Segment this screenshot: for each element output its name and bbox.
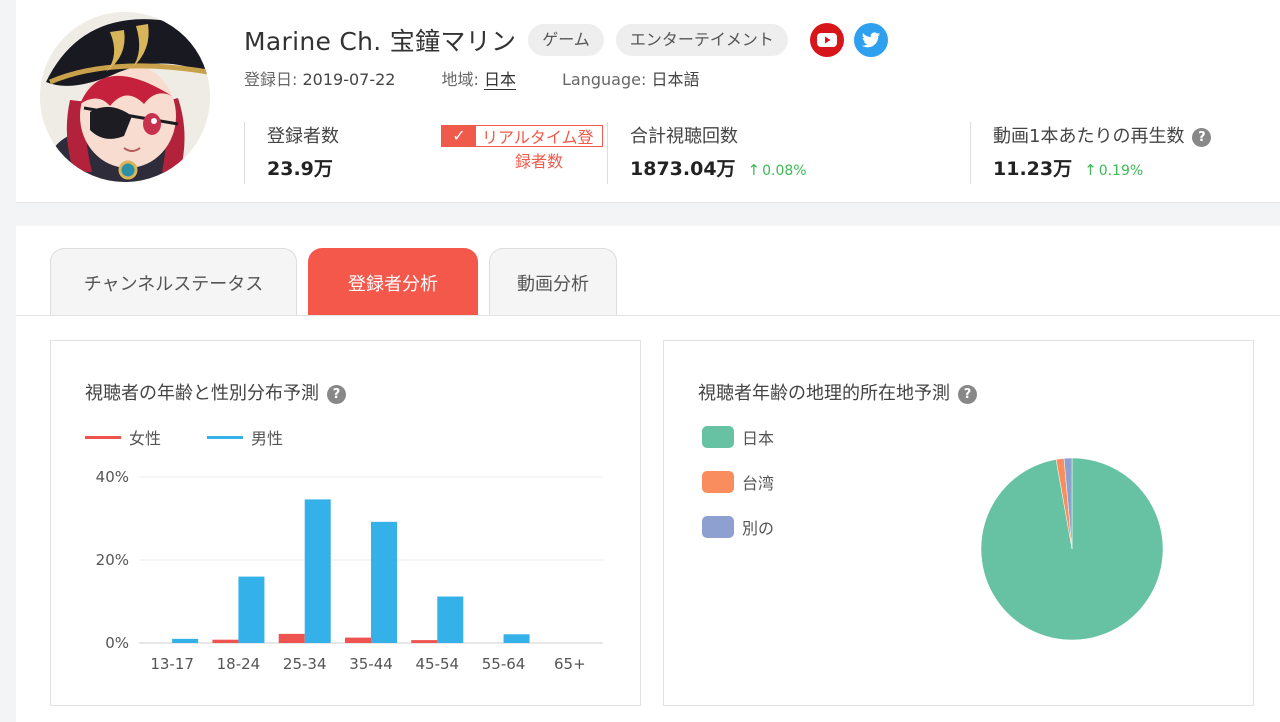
bar-female-35-44	[345, 637, 371, 643]
bar-male-45-54	[437, 596, 464, 643]
y-tick-label: 20%	[96, 551, 129, 569]
bar-male-55-64	[503, 634, 530, 643]
meta-row: 登録日: 2019-07-22 地域: 日本 Language: 日本語	[244, 66, 745, 90]
views-delta-text: 0.08%	[762, 163, 807, 179]
y-tick-label: 40%	[96, 468, 129, 486]
language-value: 日本語	[651, 70, 700, 89]
per-video-label-row: 動画1本あたりの再生数?	[993, 122, 1280, 148]
title-row: Marine Ch. 宝鐘マリン ゲーム エンターテイメント	[244, 20, 888, 60]
geo-panel: 視聴者年齢の地理的所在地予測? 日本 台湾 別の	[663, 340, 1254, 706]
x-tick-label: 45-54	[415, 655, 459, 673]
views-delta: ↑ 0.08%	[748, 161, 807, 179]
y-tick-label: 0%	[105, 634, 129, 652]
tab-divider	[16, 315, 1280, 316]
bar-male-13-17	[172, 638, 199, 643]
check-icon: ✓	[442, 125, 476, 147]
youtube-icon[interactable]	[809, 23, 844, 57]
realtime-subscribers-toggle[interactable]: ✓ リアルタイム登 録者数	[441, 125, 603, 172]
arrow-up-icon: ↑	[747, 161, 761, 179]
bar-female-18-24	[212, 639, 239, 643]
views-number: 1873.04万	[630, 158, 736, 180]
registered-label: 登録日:	[244, 70, 298, 89]
per-video-delta: ↑ 0.19%	[1084, 161, 1143, 179]
realtime-label-1: リアルタイム登	[482, 128, 594, 147]
channel-name: Marine Ch. 宝鐘マリン	[244, 27, 517, 56]
channel-avatar[interactable]	[40, 12, 210, 182]
region: 地域: 日本	[441, 66, 516, 90]
realtime-label-2: 録者数	[514, 152, 563, 171]
bar-male-25-34	[304, 499, 331, 643]
language: Language: 日本語	[562, 66, 699, 90]
tag-entertainment[interactable]: エンターテイメント	[615, 24, 788, 56]
x-tick-label: 25-34	[283, 655, 327, 673]
views-label: 合計視聴回数	[630, 126, 738, 147]
x-tick-label: 18-24	[217, 655, 261, 673]
stat-views-per-video: 動画1本あたりの再生数? 11.23万 ↑ 0.19%	[970, 122, 1280, 184]
language-label: Language:	[562, 70, 647, 89]
arrow-up-icon: ↑	[1084, 161, 1097, 179]
views-value: 1873.04万 ↑ 0.08%	[630, 154, 970, 181]
tab-channel-status[interactable]: チャンネルステータス	[50, 248, 297, 316]
analysis-section: チャンネルステータス 登録者分析 動画分析 視聴者の年齢と性別分布予測? 女性 …	[16, 226, 1280, 722]
registered-date: 登録日: 2019-07-22	[244, 66, 395, 90]
channel-header: Marine Ch. 宝鐘マリン ゲーム エンターテイメント 登録日: 2019…	[16, 0, 1280, 203]
age-gender-panel: 視聴者の年齢と性別分布予測? 女性 男性 0% 20% 40% 13-17 18-24 2…	[50, 340, 641, 706]
stat-subscribers: 登録者数 23.9万 ✓ リアルタイム登 録者数	[244, 122, 604, 184]
per-video-number: 11.23万	[993, 158, 1073, 180]
bar-male-35-44	[371, 521, 397, 643]
stat-total-views: 合計視聴回数 1873.04万 ↑ 0.08%	[607, 122, 970, 184]
registered-value: 2019-07-22	[302, 70, 396, 89]
region-link[interactable]: 日本	[483, 70, 516, 90]
avatar-illustration	[40, 12, 210, 182]
per-video-label: 動画1本あたりの再生数	[993, 126, 1185, 147]
per-video-value: 11.23万 ↑ 0.19%	[993, 154, 1280, 181]
x-tick-label: 55-64	[482, 655, 526, 673]
twitter-icon[interactable]	[853, 23, 888, 57]
age-gender-bar-chart: 0% 20% 40% 13-17 18-24 25-34 35-44 45-54 55-64 65…	[96, 468, 603, 673]
tag-game[interactable]: ゲーム	[528, 24, 604, 56]
help-icon[interactable]: ?	[1192, 128, 1212, 147]
bar-female-45-54	[411, 640, 438, 643]
per-video-delta-text: 0.19%	[1098, 163, 1144, 179]
bar-male-18-24	[238, 576, 265, 643]
geo-pie-chart	[980, 457, 1164, 641]
bar-female-25-34	[278, 633, 305, 643]
tab-subscriber-analysis[interactable]: 登録者分析	[308, 248, 478, 316]
x-tick-label: 13-17	[150, 655, 194, 673]
stats-row: 登録者数 23.9万 ✓ リアルタイム登 録者数 合計視聴回数 1873.04万…	[244, 122, 1280, 184]
x-tick-label: 65+	[554, 655, 586, 673]
region-label: 地域:	[441, 70, 479, 89]
x-tick-label: 35-44	[349, 655, 393, 673]
tab-video-analysis[interactable]: 動画分析	[489, 248, 617, 316]
